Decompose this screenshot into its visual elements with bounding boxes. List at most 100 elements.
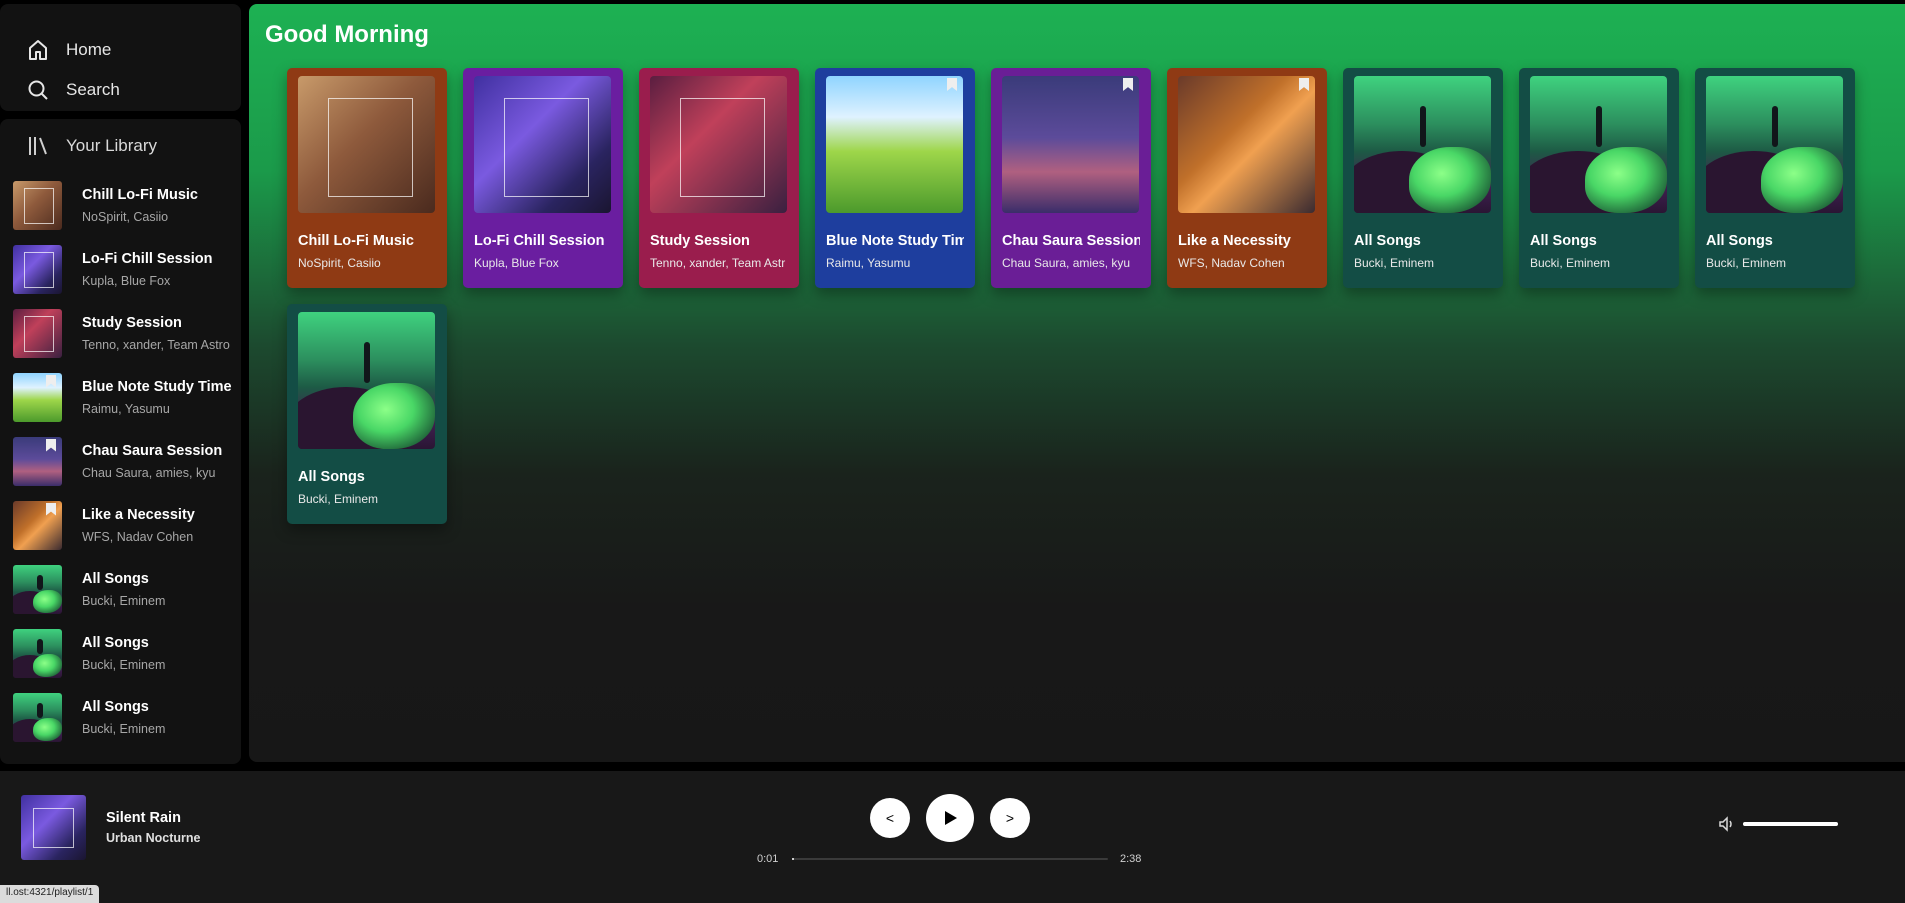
library-panel: Your Library Chill Lo-Fi Music NoSpirit, … bbox=[0, 119, 241, 764]
status-url: ll.ost:4321/playlist/1 bbox=[0, 885, 100, 903]
card-art bbox=[474, 76, 611, 213]
nav-home-label: Home bbox=[66, 40, 112, 59]
playlist-card[interactable]: All Songs Bucki, Eminem bbox=[1343, 68, 1503, 288]
playlist-card[interactable]: Lo-Fi Chill Session Kupla, Blue Fox bbox=[463, 68, 623, 288]
library-item[interactable]: All Songs Bucki, Eminem bbox=[13, 685, 241, 749]
card-title: Chau Saura Session bbox=[1002, 233, 1140, 249]
card-art bbox=[650, 76, 787, 213]
card-title: All Songs bbox=[1706, 233, 1773, 249]
playlist-card[interactable]: All Songs Bucki, Eminem bbox=[287, 304, 447, 524]
library-item[interactable]: All Songs Bucki, Eminem bbox=[13, 621, 241, 685]
library-item-text: Study Session Tenno, xander, Team Astro bbox=[82, 314, 232, 352]
library-item-subtitle: Kupla, Blue Fox bbox=[82, 274, 171, 288]
next-button[interactable]: > bbox=[990, 798, 1030, 838]
duration-time: 2:38 bbox=[1120, 853, 1142, 865]
library-item-subtitle: Tenno, xander, Team Astro bbox=[82, 338, 230, 352]
card-title: Blue Note Study Time bbox=[826, 233, 964, 249]
play-button[interactable] bbox=[926, 794, 974, 842]
library-header[interactable]: Your Library bbox=[0, 119, 241, 173]
card-subtitle: Kupla, Blue Fox bbox=[474, 256, 559, 270]
library-item-title: All Songs bbox=[82, 571, 149, 587]
card-title: Study Session bbox=[650, 233, 750, 249]
library-item[interactable]: Like a Necessity WFS, Nadav Cohen bbox=[13, 493, 241, 557]
library-item-subtitle: NoSpirit, Casiio bbox=[82, 210, 169, 224]
library-item-art bbox=[13, 564, 62, 614]
search-icon bbox=[28, 80, 48, 100]
card-subtitle: Bucki, Eminem bbox=[1530, 256, 1611, 270]
library-item[interactable]: Lo-Fi Chill Session Kupla, Blue Fox bbox=[13, 237, 241, 301]
card-title: All Songs bbox=[1530, 233, 1597, 249]
card-art bbox=[1354, 76, 1491, 213]
playlist-card[interactable]: All Songs Bucki, Eminem bbox=[1519, 68, 1679, 288]
card-subtitle: Tenno, xander, Team Astr bbox=[650, 256, 786, 270]
playlist-card[interactable]: Study Session Tenno, xander, Team Astr bbox=[639, 68, 799, 288]
card-subtitle: Raimu, Yasumu bbox=[826, 256, 911, 270]
library-item-subtitle: Raimu, Yasumu bbox=[82, 402, 170, 416]
previous-label: < bbox=[885, 810, 895, 826]
elapsed-time: 0:01 bbox=[757, 853, 779, 865]
library-item[interactable]: Blue Note Study Time Raimu, Yasumu bbox=[13, 365, 241, 429]
library-item-text: All Songs Bucki, Eminem bbox=[82, 698, 232, 736]
playlist-card[interactable]: Like a Necessity WFS, Nadav Cohen bbox=[1167, 68, 1327, 288]
playlist-card[interactable]: Chill Lo-Fi Music NoSpirit, Casiio bbox=[287, 68, 447, 288]
library-item-art bbox=[13, 692, 62, 742]
now-playing-title[interactable]: Silent Rain bbox=[106, 810, 181, 826]
library-item-art bbox=[13, 500, 62, 550]
previous-button[interactable]: < bbox=[870, 798, 910, 838]
card-subtitle: WFS, Nadav Cohen bbox=[1178, 256, 1285, 270]
library-item-text: Chill Lo-Fi Music NoSpirit, Casiio bbox=[82, 186, 232, 224]
card-subtitle: NoSpirit, Casiio bbox=[298, 256, 381, 270]
library-item-text: All Songs Bucki, Eminem bbox=[82, 570, 232, 608]
library-item[interactable]: Chill Lo-Fi Music NoSpirit, Casiio bbox=[13, 173, 241, 237]
library-item-title: Like a Necessity bbox=[82, 507, 195, 523]
volume-slider[interactable] bbox=[1743, 822, 1838, 826]
library-item-subtitle: Bucki, Eminem bbox=[82, 722, 166, 736]
nav-home[interactable]: Home bbox=[0, 30, 241, 70]
card-subtitle: Bucki, Eminem bbox=[1706, 256, 1787, 270]
nav-search[interactable]: Search bbox=[0, 70, 241, 110]
library-title: Your Library bbox=[66, 136, 158, 155]
library-item-art bbox=[13, 180, 62, 230]
card-title: All Songs bbox=[298, 469, 365, 485]
player-bar: Silent Rain Urban Nocturne < > 0:01 2:38 bbox=[0, 771, 1905, 903]
card-subtitle: Bucki, Eminem bbox=[298, 492, 379, 506]
card-art bbox=[826, 76, 963, 213]
library-item-subtitle: Bucki, Eminem bbox=[82, 594, 166, 608]
library-item-art bbox=[13, 372, 62, 422]
card-title: Lo-Fi Chill Session bbox=[474, 233, 605, 249]
card-art bbox=[1002, 76, 1139, 213]
playlist-card[interactable]: Chau Saura Session Chau Saura, amies, kyu bbox=[991, 68, 1151, 288]
greeting-title: Good Morning bbox=[265, 21, 429, 48]
sidebar-nav: Home Search bbox=[0, 4, 241, 111]
volume-icon[interactable] bbox=[1718, 815, 1736, 833]
library-item-art bbox=[13, 628, 62, 678]
home-icon bbox=[29, 40, 47, 60]
main-content: Good Morning Chill Lo-Fi Music NoSpirit, … bbox=[249, 4, 1905, 762]
playlist-card[interactable]: Blue Note Study Time Raimu, Yasumu bbox=[815, 68, 975, 288]
card-art bbox=[1530, 76, 1667, 213]
library-item[interactable]: Chau Saura Session Chau Saura, amies, kyu bbox=[13, 429, 241, 493]
library-item-title: Blue Note Study Time bbox=[82, 379, 232, 395]
library-item-title: Study Session bbox=[82, 315, 182, 331]
playlist-card[interactable]: All Songs Bucki, Eminem bbox=[1695, 68, 1855, 288]
progress-bar[interactable] bbox=[792, 858, 1108, 860]
library-item-art bbox=[13, 436, 62, 486]
library-item-title: Chill Lo-Fi Music bbox=[82, 187, 198, 203]
library-item[interactable]: Study Session Tenno, xander, Team Astro bbox=[13, 301, 241, 365]
now-playing-artist[interactable]: Urban Nocturne bbox=[106, 831, 200, 845]
library-item-title: Lo-Fi Chill Session bbox=[82, 251, 213, 267]
volume-fill bbox=[1743, 822, 1838, 826]
library-item-art bbox=[13, 244, 62, 294]
card-art bbox=[298, 312, 435, 449]
library-item-text: Like a Necessity WFS, Nadav Cohen bbox=[82, 506, 232, 544]
library-item-text: All Songs Bucki, Eminem bbox=[82, 634, 232, 672]
card-art bbox=[298, 76, 435, 213]
library-item-text: Lo-Fi Chill Session Kupla, Blue Fox bbox=[82, 250, 232, 288]
now-playing-art[interactable] bbox=[21, 795, 86, 860]
app-root: Home Search Your Library Chill Lo-Fi Mus… bbox=[0, 0, 1905, 903]
library-item-subtitle: Bucki, Eminem bbox=[82, 658, 166, 672]
library-item[interactable]: All Songs Bucki, Eminem bbox=[13, 557, 241, 621]
library-item-subtitle: Chau Saura, amies, kyu bbox=[82, 466, 216, 480]
card-subtitle: Chau Saura, amies, kyu bbox=[1002, 256, 1131, 270]
library-list: Chill Lo-Fi Music NoSpirit, Casiio Lo-Fi C… bbox=[0, 173, 241, 749]
